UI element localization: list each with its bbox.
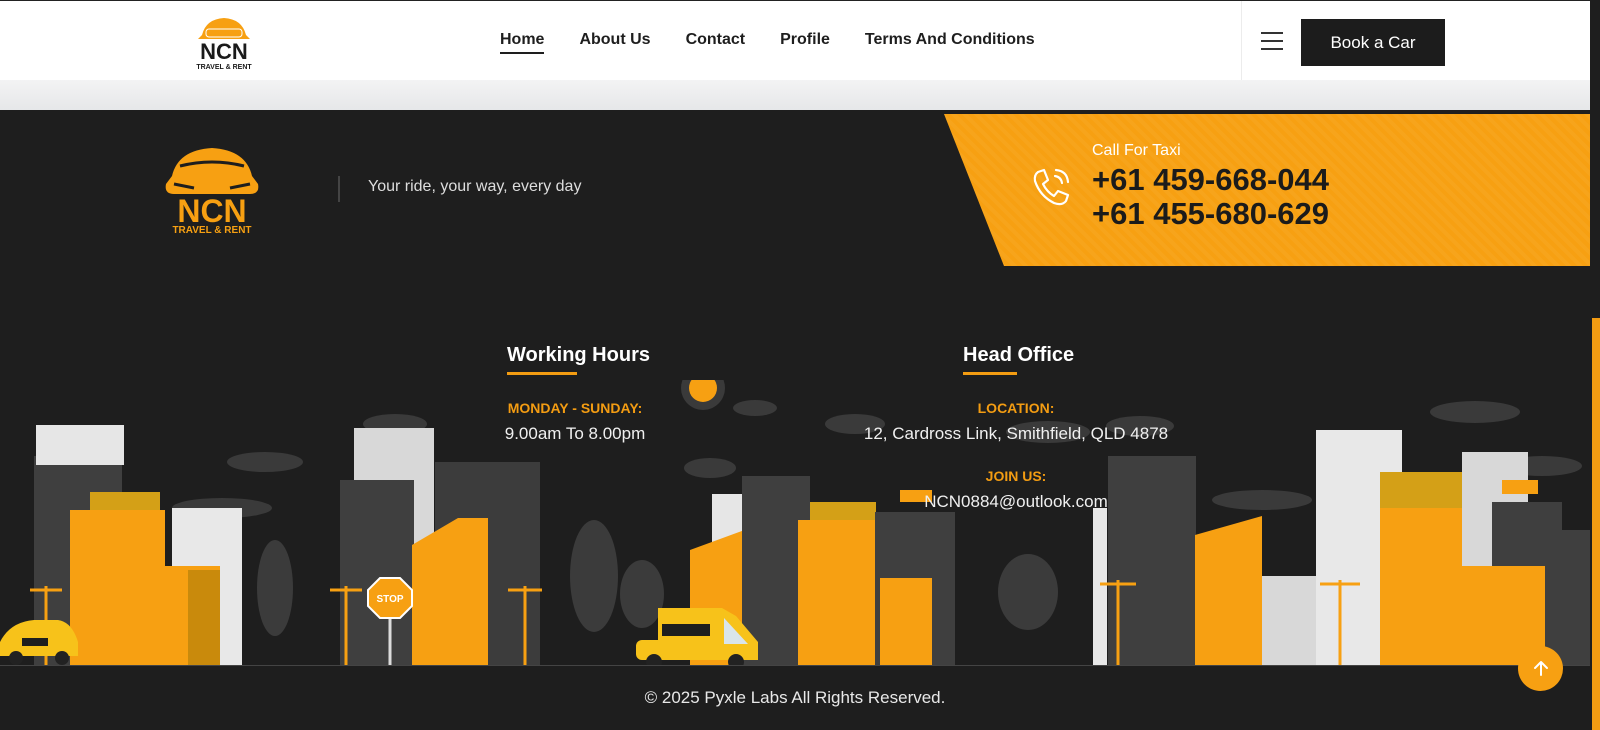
working-hours-title: Working Hours bbox=[507, 344, 650, 366]
nav-terms[interactable]: Terms And Conditions bbox=[865, 31, 1035, 54]
phone-icon bbox=[1033, 168, 1070, 206]
ncn-logo[interactable]: NCN TRAVEL & RENT bbox=[184, 15, 264, 71]
email-link[interactable]: NCN0884@outlook.com bbox=[866, 492, 1166, 512]
main-nav: Home About Us Contact Profile Terms And … bbox=[500, 31, 1035, 54]
scrollbar-thumb[interactable] bbox=[1592, 318, 1600, 730]
nav-about-us[interactable]: About Us bbox=[579, 31, 650, 54]
header-divider bbox=[1241, 1, 1242, 81]
arrow-up-icon bbox=[1533, 660, 1548, 676]
site-header: NCN TRAVEL & RENT Home About Us Contact … bbox=[0, 0, 1590, 81]
working-hours-underline bbox=[507, 372, 577, 375]
phone-number-2[interactable]: +61 455-680-629 bbox=[1092, 196, 1329, 232]
svg-text:TRAVEL & RENT: TRAVEL & RENT bbox=[196, 64, 252, 71]
phone-number-1[interactable]: +61 459-668-044 bbox=[1092, 162, 1329, 198]
head-office-underline bbox=[963, 372, 1017, 375]
working-hours-value: 9.00am To 8.00pm bbox=[504, 424, 646, 443]
tagline: Your ride, your way, every day bbox=[368, 178, 582, 195]
back-to-top-button[interactable] bbox=[1518, 646, 1563, 691]
footer-logo: NCN TRAVEL & RENT bbox=[165, 148, 259, 234]
svg-text:TRAVEL & RENT: TRAVEL & RENT bbox=[172, 225, 251, 234]
nav-contact[interactable]: Contact bbox=[686, 31, 746, 54]
nav-home[interactable]: Home bbox=[500, 31, 545, 54]
svg-text:NCN: NCN bbox=[200, 39, 248, 64]
city-skyline-illustration: STOP bbox=[0, 380, 1590, 666]
nav-profile[interactable]: Profile bbox=[780, 31, 830, 54]
working-days-label: MONDAY - SUNDAY: bbox=[507, 400, 643, 416]
head-office-title: Head Office bbox=[963, 344, 1075, 366]
site-footer: NCN TRAVEL & RENT Your ride, your way, e… bbox=[0, 110, 1590, 730]
car-logo-icon bbox=[165, 148, 259, 194]
svg-text:NCN: NCN bbox=[177, 193, 246, 229]
copyright: © 2025 Pyxle Labs All Rights Reserved. bbox=[644, 688, 946, 707]
sun bbox=[681, 380, 725, 410]
call-label: Call For Taxi bbox=[1092, 142, 1181, 159]
svg-text:STOP: STOP bbox=[376, 594, 403, 605]
location-value: 12, Cardross Link, Smithfield, QLD 4878 bbox=[863, 424, 1169, 443]
hamburger-icon[interactable] bbox=[1261, 32, 1283, 50]
book-a-car-button[interactable]: Book a Car bbox=[1301, 19, 1445, 66]
header-shadow-strip bbox=[0, 80, 1590, 110]
join-us-label: JOIN US: bbox=[985, 468, 1047, 484]
location-label: LOCATION: bbox=[977, 400, 1055, 416]
car-logo-icon bbox=[198, 18, 250, 39]
tagline-divider bbox=[338, 176, 340, 202]
